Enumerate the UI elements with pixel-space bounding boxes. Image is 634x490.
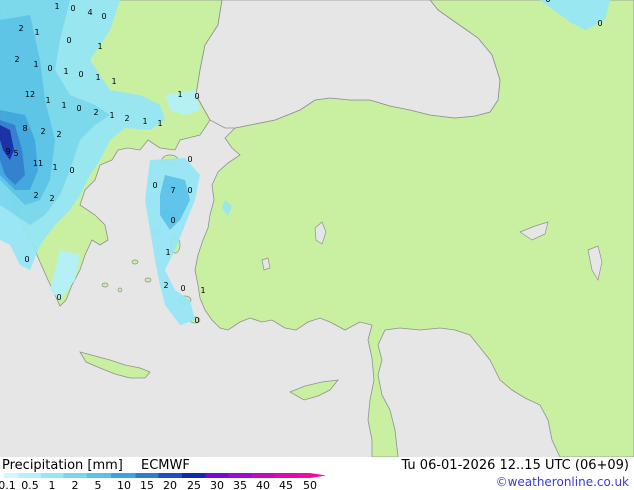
scale-swatch [41, 473, 64, 478]
precip-value-label: 1 [61, 101, 66, 110]
scale-arrow [310, 473, 326, 478]
scale-label: 2 [72, 479, 79, 490]
precip-value-label: 2 [56, 130, 61, 139]
scale-label: 50 [303, 479, 317, 490]
precip-value-label: 7 [170, 186, 175, 195]
credit-link[interactable]: ©weatheronline.co.uk [496, 475, 629, 489]
precip-value-label: 0 [194, 316, 199, 325]
precip-value-label: 0 [66, 36, 71, 45]
precip-value-label: 0 [78, 70, 83, 79]
valid-time: Tu 06-01-2026 12..15 UTC (06+09) [401, 458, 629, 473]
scale-label: 0.1 [0, 479, 16, 490]
precip-value-label: 0 [101, 12, 106, 21]
precip-value-label: 1 [34, 28, 39, 37]
precip-value-label: 1 [95, 73, 100, 82]
precip-value-label: 2 [33, 191, 38, 200]
precip-value-label: 1 [97, 42, 102, 51]
precip-value-label: 2 [124, 114, 129, 123]
precip-value-label: 0 [24, 255, 29, 264]
scale-swatch [63, 473, 87, 478]
scale-label: 25 [187, 479, 201, 490]
scale-swatch [4, 473, 19, 478]
scale-swatch [251, 473, 275, 478]
precip-value-label: 0 [152, 181, 157, 190]
precip-value-label: 0 [56, 293, 61, 302]
precip-value-label: 0 [47, 64, 52, 73]
precip-value-label: 2 [93, 108, 98, 117]
precip-value-label: 1 [142, 117, 147, 126]
precip-value-label: 0 [194, 92, 199, 101]
precip-value-label: 9 [5, 147, 10, 156]
scale-label: 20 [163, 479, 177, 490]
precip-value-label: 1 [52, 163, 57, 172]
precip-value-label: 2 [14, 55, 19, 64]
scale-label: 1 [49, 479, 56, 490]
precip-value-label: 0 [69, 166, 74, 175]
scale-swatch [86, 473, 111, 478]
scale-swatch [158, 473, 182, 478]
precip-value-label: 11 [33, 159, 43, 168]
scale-label: 0.5 [21, 479, 39, 490]
scale-label: 45 [279, 479, 293, 490]
precip-value-label: 0 [70, 4, 75, 13]
scale-swatch [182, 473, 206, 478]
precip-value-label: 0 [545, 0, 550, 4]
color-scale: 0.1 0.5 1 2 5 10 15 20 25 30 35 40 45 50 [0, 473, 326, 490]
scale-label: 10 [117, 479, 131, 490]
precip-value-label: 1 [109, 111, 114, 120]
precip-value-label: 2 [40, 127, 45, 136]
precip-value-label: 1 [177, 90, 182, 99]
scale-label: 5 [95, 479, 102, 490]
precip-value-label: 1 [33, 60, 38, 69]
scale-swatch [205, 473, 229, 478]
precip-value-label: 12 [25, 90, 35, 99]
scale-swatch [18, 473, 41, 478]
precipitation-map: 1 0 4 02 10121 0 1 0 1 11211 0 2 1 2 1 11 08 2 29 511 1 02 200… [0, 0, 634, 457]
precip-value-label: 2 [49, 194, 54, 203]
precip-value-label: 1 [157, 119, 162, 128]
scale-label: 40 [256, 479, 270, 490]
precip-value-label: 0 [597, 19, 602, 28]
precip-value-label: 0 [187, 155, 192, 164]
precip-value-label: 2 [163, 281, 168, 290]
scale-label: 15 [140, 479, 154, 490]
legend-title: Precipitation [mm] [2, 458, 123, 473]
precip-value-label: 1 [63, 67, 68, 76]
scale-label: 35 [233, 479, 247, 490]
precip-value-label: 0 [76, 104, 81, 113]
precip-value-label: 1 [165, 248, 170, 257]
scale-swatch [228, 473, 252, 478]
scale-label: 30 [210, 479, 224, 490]
precip-value-label: 0 [180, 284, 185, 293]
precip-value-label: 1 [200, 286, 205, 295]
model-name: ECMWF [141, 458, 190, 473]
scale-swatch [298, 473, 310, 478]
precip-value-label: 0 [170, 216, 175, 225]
scale-swatch [111, 473, 136, 478]
precip-value-label: 5 [13, 149, 18, 158]
precip-value-label: 1 [111, 77, 116, 86]
precip-value-label: 4 [87, 8, 92, 17]
precip-value-label: 1 [54, 2, 59, 11]
scale-swatch [274, 473, 298, 478]
precip-value-label: 0 [187, 186, 192, 195]
precip-value-label: 2 [18, 24, 23, 33]
precip-value-label: 1 [45, 96, 50, 105]
scale-swatch [135, 473, 159, 478]
precip-value-label: 8 [22, 124, 27, 133]
